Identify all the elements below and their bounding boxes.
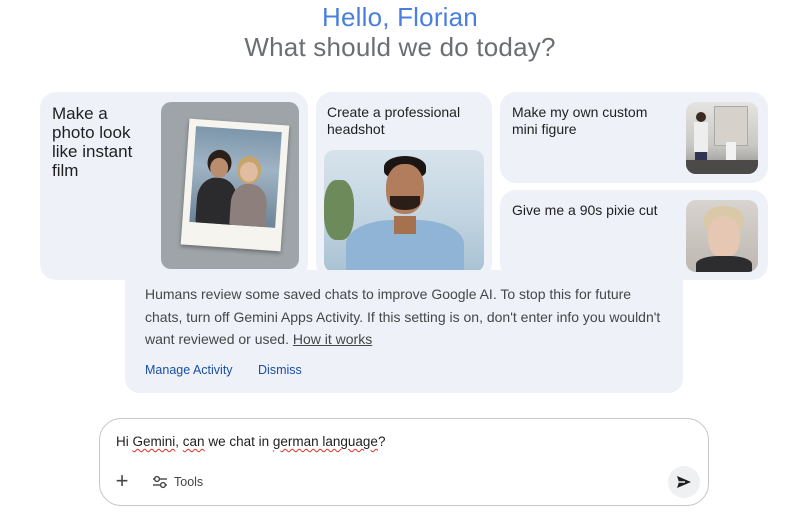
greeting-hello: Hello, Florian — [322, 2, 478, 32]
card-label: Make my own custom mini figure — [512, 104, 648, 137]
dismiss-button[interactable]: Dismiss — [258, 363, 302, 377]
misspelled-word: can — [182, 434, 205, 449]
text-segment: , — [175, 434, 183, 449]
plus-icon[interactable]: + — [112, 469, 132, 493]
mini-figure-image — [686, 102, 758, 174]
tools-label: Tools — [174, 475, 204, 489]
tools-icon — [153, 475, 167, 489]
notice-text: Humans review some saved chats to improv… — [145, 283, 670, 351]
card-label: Create a professional headshot — [327, 104, 461, 137]
suggestion-card-headshot[interactable]: Create a professional headshot — [316, 92, 492, 280]
greeting-prompt: What should we do today? — [244, 32, 556, 62]
send-icon — [677, 476, 691, 488]
text-segment: Hi — [116, 434, 133, 449]
activity-notice: Humans review some saved chats to improv… — [125, 270, 683, 393]
text-segment: ? — [377, 434, 386, 449]
misspelled-word: german language — [272, 434, 378, 449]
card-label: Give me a 90s pixie cut — [512, 202, 658, 218]
suggestion-card-mini-figure[interactable]: Make my own custom mini figure — [500, 92, 768, 183]
suggestion-card-pixie-cut[interactable]: Give me a 90s pixie cut — [500, 190, 768, 280]
prompt-composer[interactable]: Hi Gemini, can we chat in german languag… — [99, 418, 709, 506]
notice-body: Humans review some saved chats to improv… — [145, 286, 661, 347]
how-it-works-link[interactable]: How it works — [293, 331, 372, 347]
card-label: Make a photo look like instant film — [52, 104, 133, 180]
misspelled-word: Gemini — [132, 434, 176, 449]
suggestion-card-instant-film[interactable]: Make a photo look like instant film — [40, 92, 308, 280]
prompt-input[interactable]: Hi Gemini, can we chat in german languag… — [116, 434, 385, 449]
send-button[interactable] — [668, 466, 700, 498]
tools-button[interactable]: Tools — [152, 472, 203, 492]
instant-film-image — [161, 102, 299, 269]
pixie-cut-image — [686, 200, 758, 272]
text-segment: we chat in — [204, 434, 273, 449]
manage-activity-button[interactable]: Manage Activity — [145, 363, 233, 377]
headshot-image — [324, 150, 484, 272]
notice-actions: Manage Activity Dismiss — [145, 363, 324, 377]
